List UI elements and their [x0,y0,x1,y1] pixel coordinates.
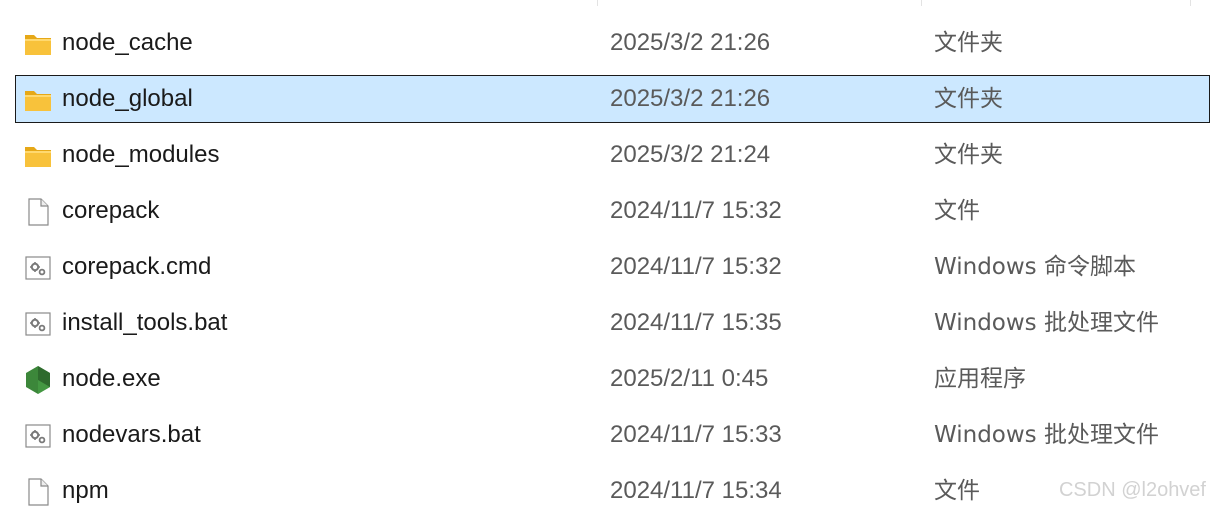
file-type: 文件夹 [934,142,1003,168]
file-icon [22,196,54,228]
file-name: node_cache [62,29,193,56]
file-name: node_modules [62,141,220,168]
file-date-modified: 2024/11/7 15:33 [610,421,782,448]
file-name: install_tools.bat [62,309,228,336]
file-date-modified: 2024/11/7 15:35 [610,309,782,336]
file-row[interactable]: corepack 2024/11/7 15:32 文件 [15,187,1210,235]
file-type: Windows 批处理文件 [934,310,1159,336]
file-row[interactable]: npm 2024/11/7 15:34 文件 [15,467,1210,508]
file-name: nodevars.bat [62,421,201,448]
file-type: 文件 [934,478,980,504]
file-row[interactable]: node_cache 2025/3/2 21:26 文件夹 [15,19,1210,67]
file-type: Windows 命令脚本 [934,254,1136,280]
file-date-modified: 2025/3/2 21:26 [610,85,771,112]
file-name: node.exe [62,365,161,392]
file-list: node_cache 2025/3/2 21:26 文件夹 node_globa… [0,0,1212,508]
file-row[interactable]: nodevars.bat 2024/11/7 15:33 Windows 批处理… [15,411,1210,459]
script-icon [22,420,54,452]
folder-icon [22,28,54,60]
file-date-modified: 2024/11/7 15:34 [610,477,782,504]
file-date-modified: 2025/3/2 21:26 [610,29,771,56]
file-row[interactable]: node.exe 2025/2/11 0:45 应用程序 [15,355,1210,403]
file-type: 应用程序 [934,366,1026,392]
file-row[interactable]: install_tools.bat 2024/11/7 15:35 Window… [15,299,1210,347]
column-divider[interactable] [921,0,922,6]
file-type: 文件夹 [934,30,1003,56]
file-name: corepack.cmd [62,253,212,280]
script-icon [22,252,54,284]
file-row[interactable]: node_global 2025/3/2 21:26 文件夹 [15,75,1210,123]
file-date-modified: 2025/2/11 0:45 [610,365,769,392]
file-icon [22,476,54,508]
file-type: 文件 [934,198,980,224]
file-name: npm [62,477,109,504]
file-name: node_global [62,85,193,112]
folder-icon [22,140,54,172]
column-divider[interactable] [1190,0,1191,6]
file-date-modified: 2025/3/2 21:24 [610,141,771,168]
file-row[interactable]: node_modules 2025/3/2 21:24 文件夹 [15,131,1210,179]
script-icon [22,308,54,340]
folder-icon [22,84,54,116]
file-row[interactable]: corepack.cmd 2024/11/7 15:32 Windows 命令脚… [15,243,1210,291]
file-type: 文件夹 [934,86,1003,112]
file-date-modified: 2024/11/7 15:32 [610,253,782,280]
nodejs-icon [22,364,54,396]
column-divider[interactable] [597,0,598,6]
file-type: Windows 批处理文件 [934,422,1159,448]
file-name: corepack [62,197,160,224]
file-date-modified: 2024/11/7 15:32 [610,197,782,224]
watermark: CSDN @l2ohvef [1058,479,1206,501]
